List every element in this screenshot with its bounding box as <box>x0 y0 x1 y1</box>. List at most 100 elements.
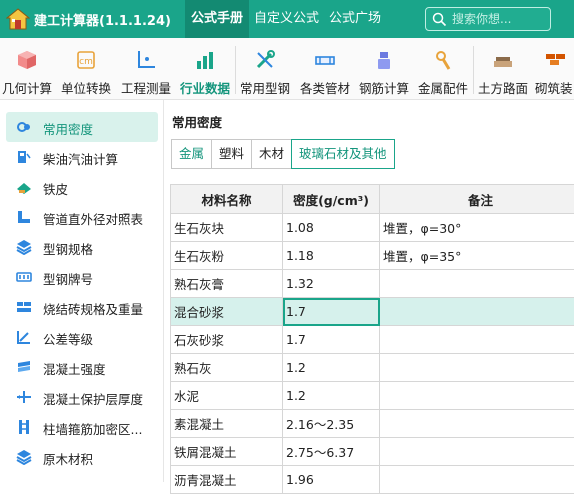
toolbar-survey-button[interactable]: 工程测量 <box>117 38 175 100</box>
table-row[interactable]: 混合砂浆1.7 <box>171 298 574 326</box>
toolbar-earthwork-button[interactable]: 土方路面 <box>474 38 532 100</box>
table-row[interactable]: 熟石灰1.2 <box>171 354 574 382</box>
cell-density[interactable]: 1.18 <box>283 242 380 270</box>
toolbar-steel-section-button[interactable]: 常用型钢 <box>236 38 294 100</box>
sidebar-item-tolerance[interactable]: 公差等级 <box>6 322 158 352</box>
category-tabs: 金属 塑料 木材 玻璃石材及其他 <box>171 139 395 169</box>
nav-tab-formula-handbook[interactable]: 公式手册 <box>185 0 249 38</box>
brick-icon <box>16 299 32 315</box>
cell-density[interactable]: 2.16～2.35 <box>283 410 380 438</box>
cell-material[interactable]: 生石灰粉 <box>171 242 283 270</box>
sidebar-item-label: 公差等级 <box>43 329 93 348</box>
sidebar-item-column-stirrup[interactable]: 柱墙箍筋加密区... <box>6 412 158 442</box>
sidebar: 常用密度 柴油汽油计算 铁皮 管道直外径对照表 型钢规格 型钢牌号 烧结砖规格及… <box>0 100 164 482</box>
sidebar-item-steel-grade[interactable]: 型钢牌号 <box>6 262 158 292</box>
cell-material[interactable]: 铁屑混凝土 <box>171 438 283 466</box>
sidebar-item-steel-spec[interactable]: 型钢规格 <box>6 232 158 262</box>
nav-tab-custom-formula[interactable]: 自定义公式 <box>248 0 325 38</box>
fuel-pump-icon <box>16 149 32 165</box>
cell-density[interactable]: 2.75～6.37 <box>283 438 380 466</box>
sidebar-item-fuel[interactable]: 柴油汽油计算 <box>6 142 158 172</box>
table-row[interactable]: 生石灰块1.08堆置，φ=30° <box>171 214 574 242</box>
table-row[interactable]: 铁屑混凝土2.75～6.37 <box>171 438 574 466</box>
tab-wood[interactable]: 木材 <box>252 140 292 168</box>
table-row[interactable]: 沥青混凝土1.96 <box>171 466 574 494</box>
cell-density[interactable]: 1.96 <box>283 466 380 494</box>
sidebar-item-label: 常用密度 <box>43 119 93 138</box>
column-header-density[interactable]: 密度(g/cm³) <box>283 185 380 214</box>
column-stirrup-icon <box>16 419 32 435</box>
toolbar-unit-convert-button[interactable]: cm 单位转换 <box>57 38 115 100</box>
sidebar-item-pipe-diameter[interactable]: 管道直外径对照表 <box>6 202 158 232</box>
cell-density[interactable]: 1.7 <box>283 298 380 326</box>
stack-icon <box>16 239 32 255</box>
cell-remark[interactable]: 堆置，φ=35° <box>380 242 574 270</box>
toolbar-label: 常用型钢 <box>236 78 294 97</box>
toolbar-geometry-button[interactable]: 几何计算 <box>0 38 54 100</box>
cell-density[interactable]: 1.7 <box>283 326 380 354</box>
cover-thickness-icon <box>16 389 32 405</box>
toolbar-label: 行业数据 <box>176 78 234 97</box>
cell-remark[interactable] <box>380 466 574 494</box>
table-row[interactable]: 石灰砂浆1.7 <box>171 326 574 354</box>
cell-density[interactable]: 1.32 <box>283 270 380 298</box>
cell-remark[interactable] <box>380 438 574 466</box>
table-row[interactable]: 水泥1.2 <box>171 382 574 410</box>
cell-remark[interactable] <box>380 298 574 326</box>
cell-density[interactable]: 1.2 <box>283 354 380 382</box>
toolbar-metal-fittings-button[interactable]: 金属配件 <box>414 38 472 100</box>
cell-remark[interactable] <box>380 410 574 438</box>
cell-remark[interactable] <box>380 354 574 382</box>
sidebar-item-label: 管道直外径对照表 <box>43 209 143 228</box>
table-row[interactable]: 生石灰粉1.18堆置，φ=35° <box>171 242 574 270</box>
nav-tab-formula-square[interactable]: 公式广场 <box>323 0 387 38</box>
tolerance-icon <box>16 329 32 345</box>
cell-material[interactable]: 石灰砂浆 <box>171 326 283 354</box>
toolbar-label: 各类管材 <box>296 78 354 97</box>
earthwork-icon <box>492 49 514 71</box>
toolbar-masonry-button[interactable]: 砌筑装 <box>533 38 574 100</box>
sidebar-item-common-density[interactable]: 常用密度 <box>6 112 158 142</box>
sidebar-item-sheet-iron[interactable]: 铁皮 <box>6 172 158 202</box>
sidebar-item-label: 型钢牌号 <box>43 269 93 288</box>
tab-plastic[interactable]: 塑料 <box>212 140 252 168</box>
cell-material[interactable]: 熟石灰膏 <box>171 270 283 298</box>
cell-material[interactable]: 生石灰块 <box>171 214 283 242</box>
column-header-material[interactable]: 材料名称 <box>171 185 283 214</box>
bar-chart-icon <box>194 49 216 71</box>
cell-material[interactable]: 素混凝土 <box>171 410 283 438</box>
toolbar-rebar-button[interactable]: 钢筋计算 <box>355 38 413 100</box>
cell-remark[interactable] <box>380 326 574 354</box>
search-icon <box>432 12 447 27</box>
cell-remark[interactable] <box>380 382 574 410</box>
cell-remark[interactable] <box>380 270 574 298</box>
cell-material[interactable]: 水泥 <box>171 382 283 410</box>
sidebar-item-concrete-strength[interactable]: 混凝土强度 <box>6 352 158 382</box>
table-row[interactable]: 素混凝土2.16～2.35 <box>171 410 574 438</box>
table-header-row: 材料名称 密度(g/cm³) 备注 <box>171 185 574 214</box>
search-box[interactable] <box>425 7 551 31</box>
sidebar-item-timber[interactable]: 原木材积 <box>6 442 158 472</box>
table-row[interactable]: 熟石灰膏1.32 <box>171 270 574 298</box>
cell-remark[interactable]: 堆置，φ=30° <box>380 214 574 242</box>
sidebar-item-label: 原木材积 <box>43 449 93 468</box>
column-header-remark[interactable]: 备注 <box>380 185 574 214</box>
app-title: 建工计算器(1.1.1.24) <box>34 10 171 29</box>
sidebar-item-brick[interactable]: 烧结砖规格及重量 <box>6 292 158 322</box>
search-input[interactable] <box>452 11 546 27</box>
sidebar-item-label: 混凝土强度 <box>43 359 106 378</box>
sidebar-item-label: 烧结砖规格及重量 <box>43 299 143 318</box>
unit-convert-icon: cm <box>75 49 97 71</box>
cell-density[interactable]: 1.08 <box>283 214 380 242</box>
toolbar-pipes-button[interactable]: 各类管材 <box>296 38 354 100</box>
density-icon <box>16 119 32 135</box>
toolbar-industry-data-button[interactable]: 行业数据 <box>176 38 234 100</box>
cell-density[interactable]: 1.2 <box>283 382 380 410</box>
category-toolbar: 几何计算 cm 单位转换 工程测量 行业数据 常用型钢 <box>0 38 574 100</box>
cell-material[interactable]: 熟石灰 <box>171 354 283 382</box>
tab-glass-stone-other[interactable]: 玻璃石材及其他 <box>291 139 395 169</box>
sidebar-item-concrete-cover[interactable]: 混凝土保护层厚度 <box>6 382 158 412</box>
cell-material[interactable]: 混合砂浆 <box>171 298 283 326</box>
cell-material[interactable]: 沥青混凝土 <box>171 466 283 494</box>
tab-metal[interactable]: 金属 <box>172 140 212 168</box>
